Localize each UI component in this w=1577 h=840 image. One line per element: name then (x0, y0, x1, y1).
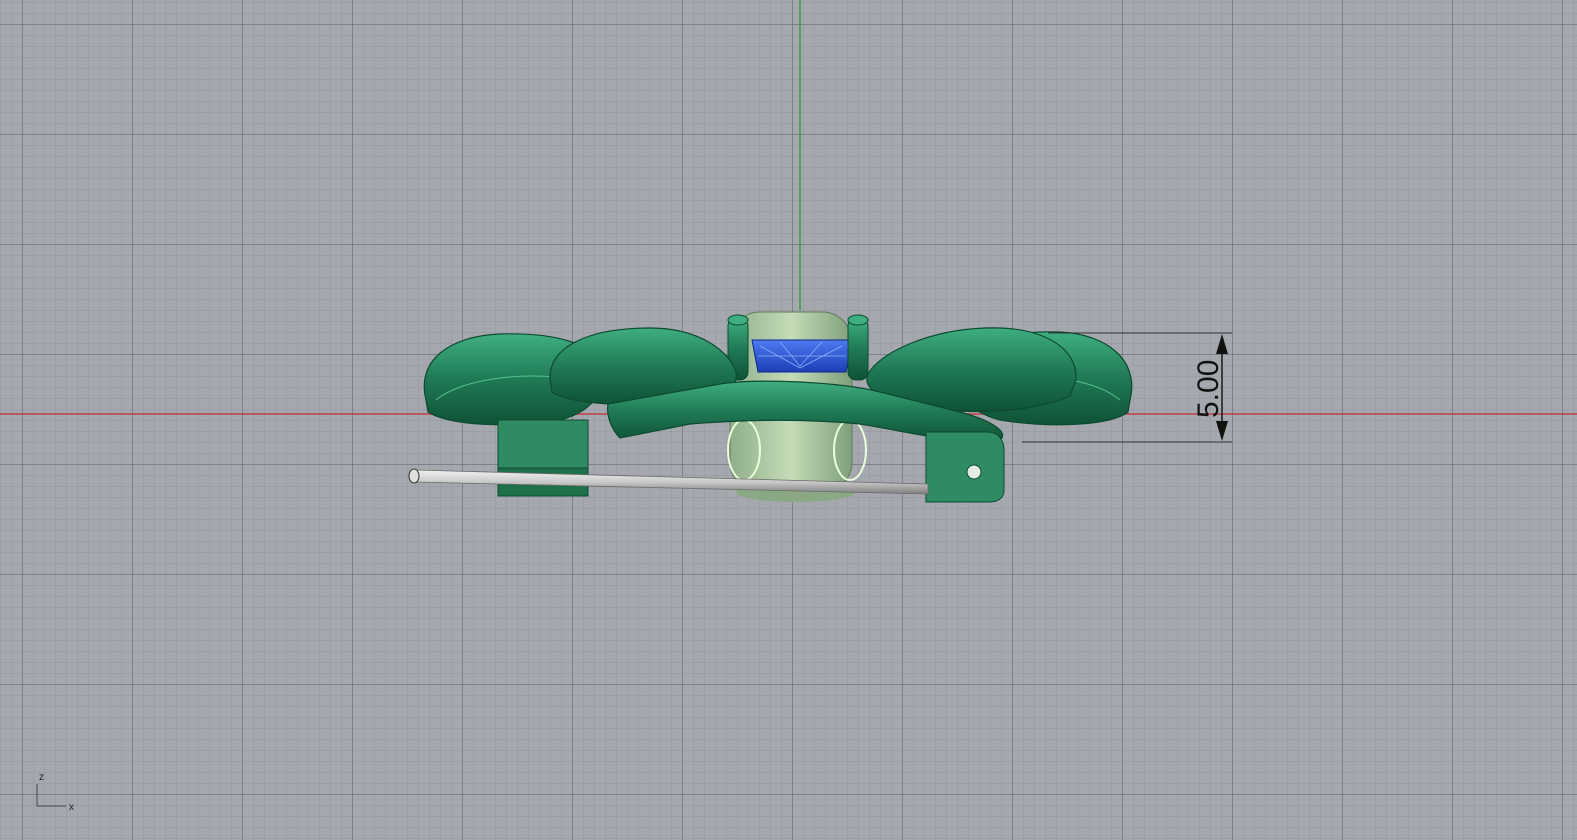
axis-widget: z x (36, 772, 74, 813)
axis-label-z: z (39, 772, 44, 783)
dimension-label: 5.00 (1192, 360, 1225, 418)
3d-viewport[interactable]: 5.00 z x (0, 0, 1577, 840)
ring-model[interactable] (408, 311, 1133, 503)
right-bracket (925, 431, 1005, 503)
gem-stone (751, 339, 853, 373)
viewport-scene: 5.00 z x (0, 0, 1577, 813)
axis-label-x: x (69, 802, 74, 813)
